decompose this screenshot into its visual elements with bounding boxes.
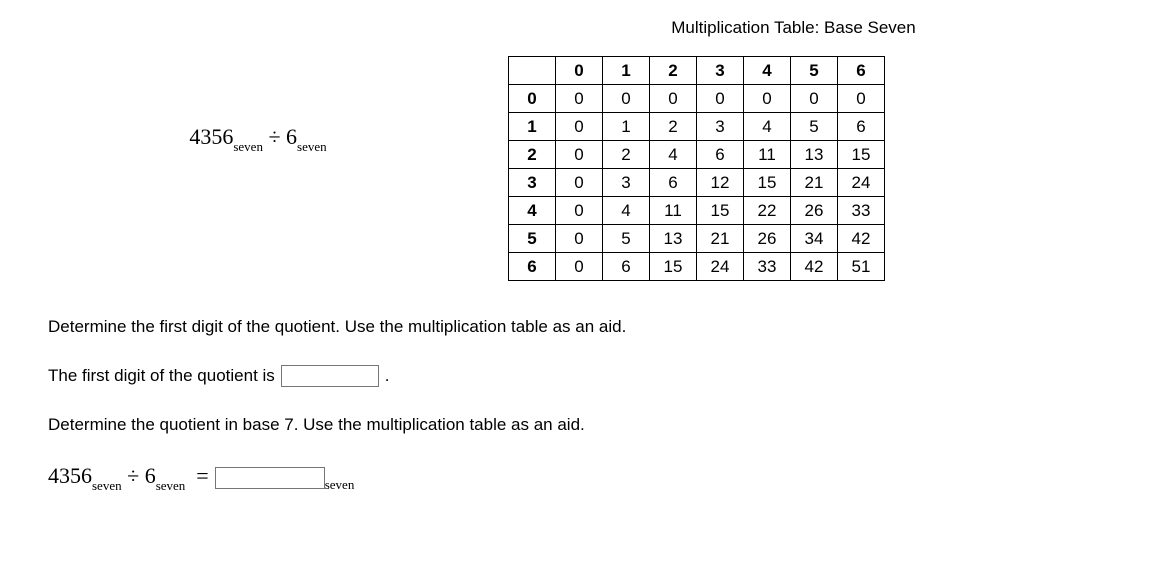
prompt-first-digit: Determine the first digit of the quotien… [48, 317, 1139, 337]
col-header: 1 [603, 57, 650, 85]
divisor: 6 [286, 124, 297, 149]
operator: ÷ [268, 124, 280, 149]
cell: 0 [650, 85, 697, 113]
cell: 0 [556, 225, 603, 253]
quotient-row: 4356seven ÷ 6seven = seven [48, 463, 1139, 492]
cell: 0 [838, 85, 885, 113]
cell: 0 [556, 141, 603, 169]
q-divisor-base: seven [156, 478, 186, 493]
cell: 15 [838, 141, 885, 169]
row-header: 4 [509, 197, 556, 225]
cell: 15 [744, 169, 791, 197]
cell: 0 [556, 253, 603, 281]
quotient-unit: seven [325, 477, 355, 493]
cell: 15 [650, 253, 697, 281]
col-header: 5 [791, 57, 838, 85]
cell: 33 [838, 197, 885, 225]
divisor-base: seven [297, 139, 327, 154]
cell: 0 [744, 85, 791, 113]
prompt-quotient: Determine the quotient in base 7. Use th… [48, 415, 1139, 435]
cell: 24 [697, 253, 744, 281]
cell: 4 [650, 141, 697, 169]
q-operator: ÷ [127, 463, 139, 488]
cell: 6 [650, 169, 697, 197]
row-header: 0 [509, 85, 556, 113]
cell: 2 [603, 141, 650, 169]
first-digit-label: The first digit of the quotient is [48, 366, 275, 386]
row-header: 3 [509, 169, 556, 197]
cell: 4 [603, 197, 650, 225]
cell: 6 [603, 253, 650, 281]
cell: 22 [744, 197, 791, 225]
cell: 42 [791, 253, 838, 281]
cell: 26 [791, 197, 838, 225]
equals-sign: = [196, 463, 208, 488]
first-digit-row: The first digit of the quotient is . [48, 365, 1139, 387]
cell: 1 [603, 113, 650, 141]
col-header: 0 [556, 57, 603, 85]
cell: 33 [744, 253, 791, 281]
cell: 0 [603, 85, 650, 113]
col-header: 4 [744, 57, 791, 85]
row-header: 5 [509, 225, 556, 253]
cell: 0 [556, 197, 603, 225]
q-dividend: 4356 [48, 463, 92, 488]
col-header: 3 [697, 57, 744, 85]
cell: 11 [650, 197, 697, 225]
cell: 6 [838, 113, 885, 141]
cell: 0 [697, 85, 744, 113]
cell: 51 [838, 253, 885, 281]
cell: 3 [697, 113, 744, 141]
cell: 21 [791, 169, 838, 197]
cell: 5 [603, 225, 650, 253]
cell: 26 [744, 225, 791, 253]
cell: 11 [744, 141, 791, 169]
dividend-base: seven [233, 139, 263, 154]
cell: 13 [791, 141, 838, 169]
q-divisor: 6 [145, 463, 156, 488]
multiplication-table: 0 1 2 3 4 5 6 00000000 10123456 20246111… [508, 56, 885, 281]
cell: 6 [697, 141, 744, 169]
period: . [385, 366, 390, 386]
cell: 34 [791, 225, 838, 253]
row-header: 2 [509, 141, 556, 169]
dividend: 4356 [189, 124, 233, 149]
cell: 42 [838, 225, 885, 253]
col-header: 2 [650, 57, 697, 85]
row-header: 1 [509, 113, 556, 141]
cell: 0 [556, 85, 603, 113]
table-corner [509, 57, 556, 85]
cell: 0 [556, 113, 603, 141]
cell: 2 [650, 113, 697, 141]
cell: 24 [838, 169, 885, 197]
cell: 21 [697, 225, 744, 253]
division-expression: 4356seven ÷ 6seven [48, 18, 468, 153]
quotient-input[interactable] [215, 467, 325, 489]
cell: 4 [744, 113, 791, 141]
cell: 13 [650, 225, 697, 253]
cell: 5 [791, 113, 838, 141]
cell: 0 [556, 169, 603, 197]
col-header: 6 [838, 57, 885, 85]
cell: 0 [791, 85, 838, 113]
cell: 15 [697, 197, 744, 225]
first-digit-input[interactable] [281, 365, 379, 387]
q-dividend-base: seven [92, 478, 122, 493]
table-caption: Multiplication Table: Base Seven [448, 18, 1139, 38]
cell: 3 [603, 169, 650, 197]
cell: 12 [697, 169, 744, 197]
row-header: 6 [509, 253, 556, 281]
